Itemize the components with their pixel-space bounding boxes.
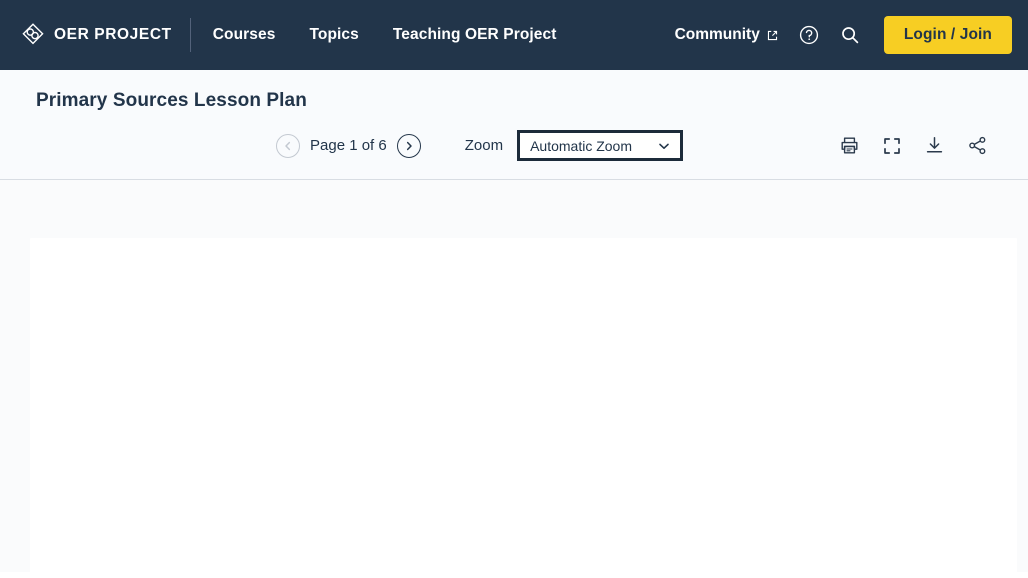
share-button[interactable] [967, 135, 988, 156]
printer-icon [839, 135, 860, 156]
zoom-select[interactable]: Automatic Zoom [517, 130, 684, 161]
top-navigation-bar: OER PROJECT Courses Topics Teaching OER … [0, 0, 1028, 70]
help-button[interactable] [798, 24, 820, 46]
nav-link-topics[interactable]: Topics [309, 26, 358, 44]
share-icon [967, 135, 988, 156]
primary-nav-links: Courses Topics Teaching OER Project [213, 26, 557, 44]
previous-page-button[interactable] [276, 133, 300, 158]
page-title-strip: Primary Sources Lesson Plan [0, 70, 1028, 112]
login-join-button[interactable]: Login / Join [883, 16, 1012, 54]
search-button[interactable] [840, 25, 860, 45]
zoom-select-value: Automatic Zoom [530, 137, 633, 154]
expand-icon [882, 136, 902, 156]
pdf-tool-actions [839, 135, 988, 156]
nav-link-courses[interactable]: Courses [213, 26, 276, 44]
chevron-right-circle-icon [404, 141, 414, 151]
page-indicator-label: Page 1 of 6 [310, 137, 387, 154]
nav-link-community[interactable]: Community [675, 26, 778, 44]
zoom-control-group: Zoom Automatic Zoom [464, 130, 684, 161]
page-navigation: Page 1 of 6 [276, 133, 421, 158]
question-circle-icon [798, 24, 820, 46]
print-button[interactable] [839, 135, 860, 156]
next-page-button[interactable] [396, 133, 421, 158]
oer-diamond-logo-icon [20, 22, 46, 48]
pdf-viewer-area[interactable] [0, 180, 1028, 572]
zoom-label: Zoom [464, 137, 504, 154]
pdf-viewer-toolbar: Page 1 of 6 Zoom Automatic Zoom [0, 112, 1028, 180]
chevron-left-circle-icon [283, 141, 293, 151]
community-label: Community [674, 26, 760, 43]
search-icon [840, 25, 860, 45]
chevron-down-icon [657, 139, 671, 153]
nav-right-group: Community Login / Join [675, 16, 1012, 54]
brand-label: OER PROJECT [54, 26, 172, 43]
nav-link-teaching-oer-project[interactable]: Teaching OER Project [393, 26, 557, 44]
brand-logo-link[interactable]: OER PROJECT [20, 22, 190, 48]
pdf-page-canvas [30, 238, 1017, 572]
external-link-icon [767, 30, 778, 41]
page-title: Primary Sources Lesson Plan [36, 90, 307, 111]
fullscreen-button[interactable] [882, 136, 902, 156]
nav-divider [189, 18, 191, 52]
download-icon [924, 135, 945, 156]
download-button[interactable] [924, 135, 945, 156]
